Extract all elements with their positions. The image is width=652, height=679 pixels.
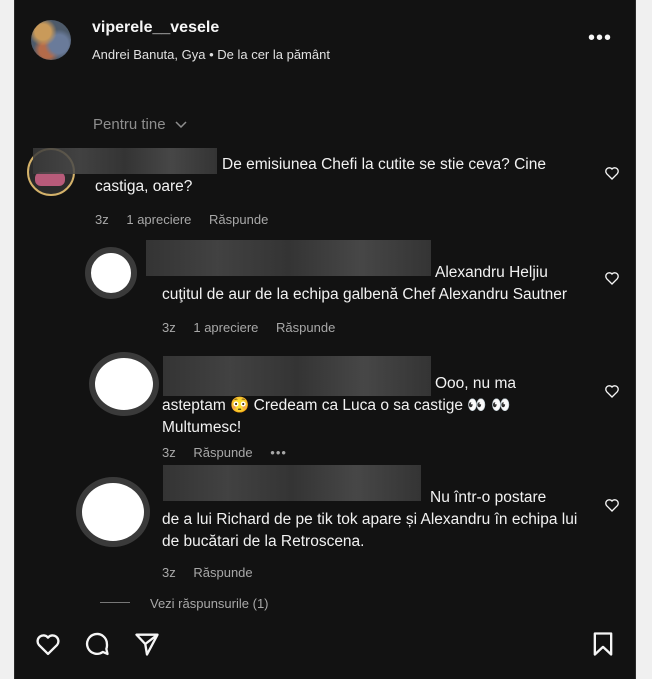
heart-icon[interactable] [604, 383, 620, 399]
reply-time: 3z [162, 445, 176, 460]
reply-avatar[interactable] [85, 247, 137, 299]
post-header: viperele__vesele Andrei Banuta, Gya • De… [15, 0, 635, 80]
comment-text: De emisiunea Chefi la cutite se stie cev… [95, 156, 546, 195]
reply-divider [100, 602, 130, 603]
reply-time: 3z [162, 565, 176, 580]
reply-likes[interactable]: 1 apreciere [193, 320, 258, 335]
heart-icon[interactable] [604, 497, 620, 513]
comment-meta: 3z 1 apreciere Răspunde [95, 212, 595, 227]
comment-item: De emisiunea Chefi la cutite se stie cev… [95, 154, 595, 227]
bookmark-icon[interactable] [589, 630, 617, 658]
reply-meta: 3z Răspunde ••• [162, 445, 582, 460]
reply-time: 3z [162, 320, 176, 335]
post-action-bar [15, 620, 635, 670]
account-username[interactable]: viperele__vesele [92, 19, 219, 37]
reply-text: Ooo, nu ma asteptam 😳 Credeam ca Luca o … [162, 375, 516, 436]
more-options-icon[interactable]: ••• [588, 28, 612, 48]
reply-item: Alexandru Heljiu cuţitul de aur de la ec… [162, 262, 582, 335]
reply-avatar[interactable] [89, 352, 159, 416]
heart-icon[interactable] [33, 630, 63, 658]
post-audio-info[interactable]: Andrei Banuta, Gya • De la cer la pământ [92, 47, 330, 62]
account-avatar[interactable] [31, 20, 71, 60]
chevron-down-icon [175, 121, 187, 129]
comment-likes[interactable]: 1 apreciere [126, 212, 191, 227]
sort-label: Pentru tine [93, 116, 166, 133]
share-icon[interactable] [133, 630, 161, 658]
reply-button[interactable]: Răspunde [193, 445, 252, 460]
reply-meta: 3z Răspunde [162, 565, 582, 580]
heart-icon[interactable] [604, 270, 620, 286]
comment-time: 3z [95, 212, 109, 227]
reply-avatar[interactable] [76, 477, 150, 547]
reply-meta: 3z 1 apreciere Răspunde [162, 320, 582, 335]
comment-sort-dropdown[interactable]: Pentru tine [93, 116, 188, 133]
heart-icon[interactable] [604, 165, 620, 181]
post-comments-panel: viperele__vesele Andrei Banuta, Gya • De… [14, 0, 636, 679]
comment-icon[interactable] [83, 630, 111, 658]
reply-text: Nu într-o postare de a lui Richard de pe… [162, 489, 578, 550]
reply-text: Alexandru Heljiu cuţitul de aur de la ec… [162, 264, 568, 303]
more-options-icon[interactable]: ••• [270, 445, 287, 460]
reply-button[interactable]: Răspunde [193, 565, 252, 580]
reply-button[interactable]: Răspunde [276, 320, 335, 335]
reply-button[interactable]: Răspunde [209, 212, 268, 227]
reply-item: Nu într-o postare de a lui Richard de pe… [162, 487, 582, 580]
reply-item: Ooo, nu ma asteptam 😳 Credeam ca Luca o … [162, 373, 582, 460]
view-replies-button[interactable]: Vezi răspunsurile (1) [150, 596, 269, 611]
